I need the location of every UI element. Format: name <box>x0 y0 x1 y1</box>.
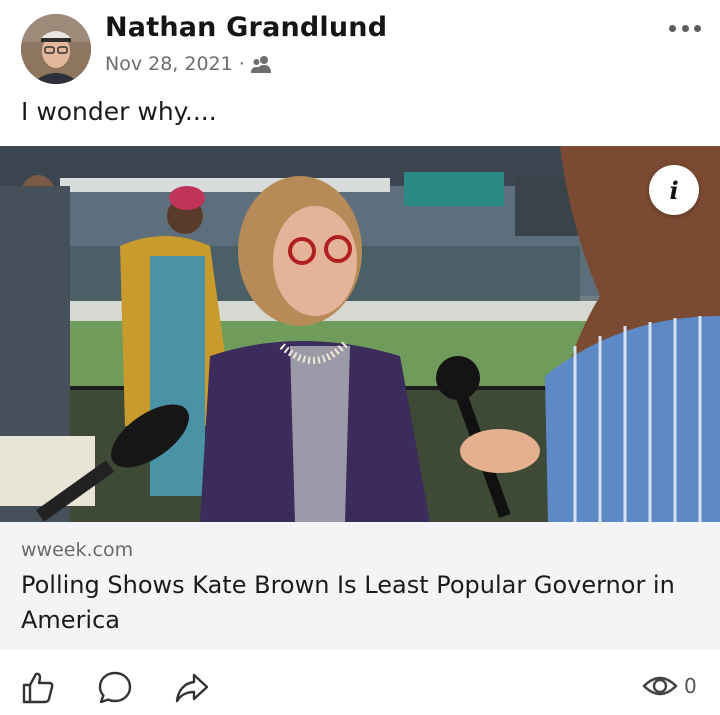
link-preview-card[interactable]: i wweek.com Polling Shows Kate Brown Is … <box>0 146 720 650</box>
post-date[interactable]: Nov 28, 2021 <box>105 53 233 75</box>
meta-separator: · <box>238 53 245 75</box>
post-meta: Nov 28, 2021 · <box>105 53 272 75</box>
info-button[interactable]: i <box>649 165 699 215</box>
link-domain: wweek.com <box>21 539 134 561</box>
link-preview-image: i <box>0 146 720 522</box>
avatar-image <box>21 14 91 84</box>
link-title[interactable]: Polling Shows Kate Brown Is Least Popula… <box>21 568 701 638</box>
view-count: 0 <box>642 674 697 698</box>
thumbs-up-icon[interactable] <box>20 670 56 706</box>
eye-icon <box>642 676 678 696</box>
more-dot-icon <box>669 24 676 32</box>
post-header: Nathan Grandlund Nov 28, 2021 · <box>0 0 720 92</box>
more-dot-icon <box>694 24 701 32</box>
more-dot-icon <box>681 24 689 32</box>
friends-icon[interactable] <box>250 54 272 74</box>
post-action-bar: 0 <box>0 650 720 715</box>
comment-icon[interactable] <box>97 670 133 706</box>
share-icon[interactable] <box>174 670 210 706</box>
view-count-value: 0 <box>684 674 697 698</box>
post-text: I wonder why.... <box>21 97 217 126</box>
avatar[interactable] <box>21 14 91 84</box>
more-options-button[interactable] <box>665 18 705 38</box>
author-name[interactable]: Nathan Grandlund <box>105 12 387 43</box>
